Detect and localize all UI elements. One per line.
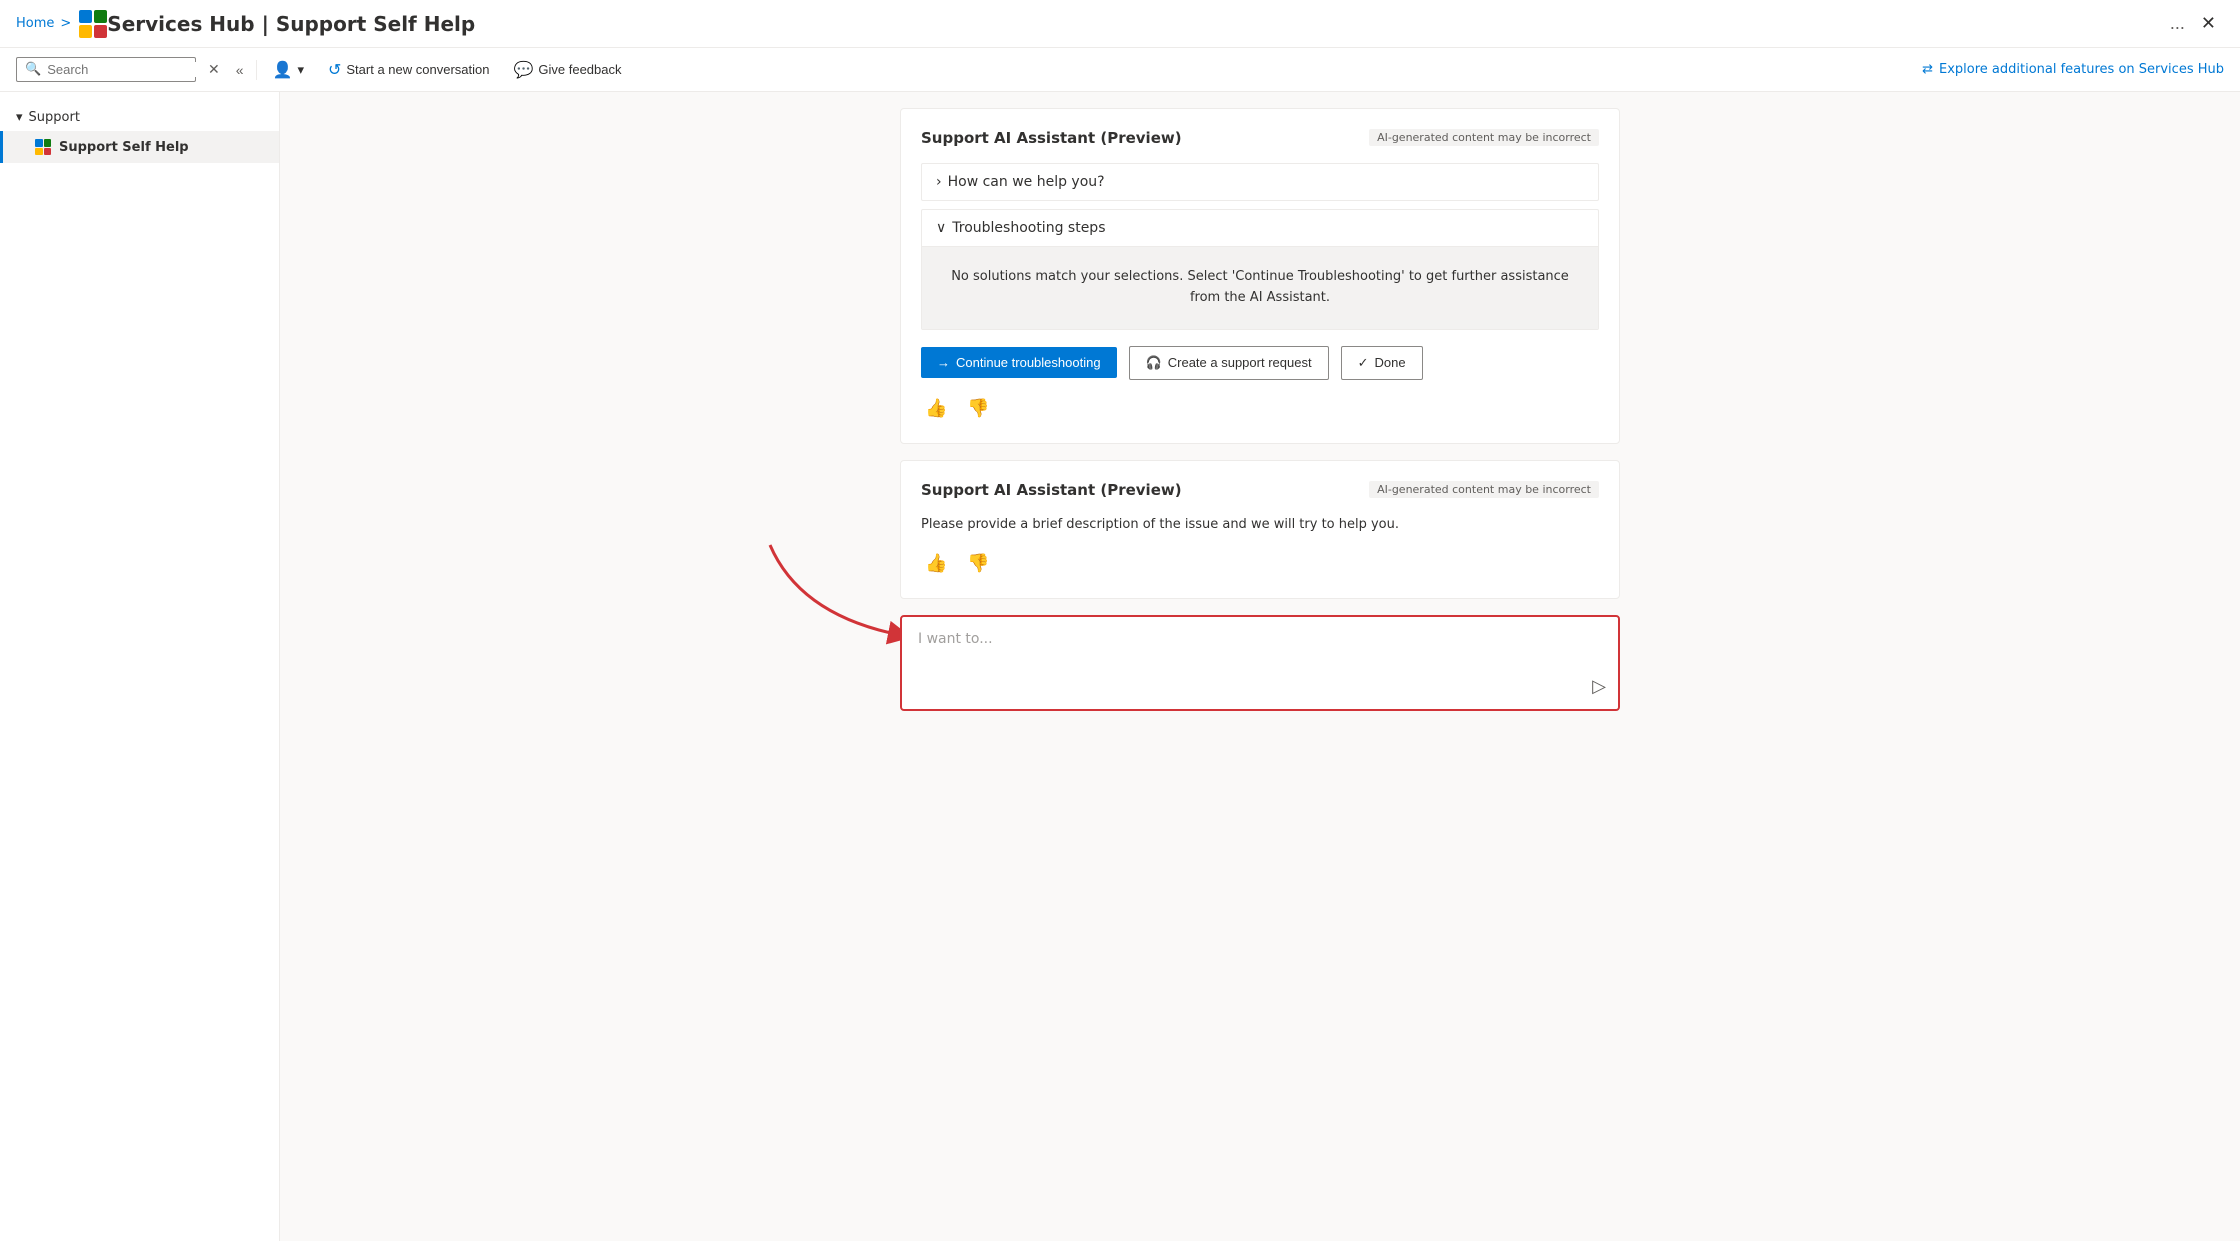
sidebar-item-support-self-help[interactable]: Support Self Help — [0, 131, 279, 163]
give-feedback-button[interactable]: 💬 Give feedback — [505, 56, 629, 84]
thumbs-down-button-2[interactable]: 👎 — [963, 549, 993, 578]
card-1: Support AI Assistant (Preview) AI-genera… — [900, 108, 1620, 444]
icon-sq-blue — [35, 139, 43, 147]
checkmark-icon: ✓ — [1358, 355, 1369, 371]
card-1-buttons: → Continue troubleshooting 🎧 Create a su… — [921, 346, 1599, 380]
back-button[interactable]: « — [232, 58, 248, 82]
chevron-right-icon: › — [936, 174, 942, 190]
user-icon-button[interactable]: 👤 ▾ — [265, 56, 312, 84]
accordion-help[interactable]: › How can we help you? — [921, 163, 1599, 201]
logo-blue — [79, 10, 92, 23]
sidebar-group-header[interactable]: ▾ Support — [0, 104, 279, 131]
create-support-request-button[interactable]: 🎧 Create a support request — [1129, 346, 1329, 380]
main-content: Support AI Assistant (Preview) AI-genera… — [280, 92, 2240, 1241]
main-layout: ▾ Support Support Self Help Support AI A… — [0, 92, 2240, 1241]
feedback-icon: 💬 — [513, 60, 533, 80]
user-icon: 👤 — [273, 60, 293, 80]
search-box: 🔍 — [16, 57, 196, 82]
sidebar-item-icon — [35, 139, 51, 155]
card-1-title: Support AI Assistant (Preview) — [921, 129, 1182, 147]
send-icon: ▷ — [1592, 676, 1606, 696]
icon-sq-red — [44, 148, 52, 156]
accordion-troubleshooting[interactable]: ∨ Troubleshooting steps No solutions mat… — [921, 209, 1599, 330]
home-link[interactable]: Home — [16, 16, 54, 31]
refresh-icon: ↺ — [328, 60, 341, 80]
sidebar-group-support: ▾ Support Support Self Help — [0, 100, 279, 167]
arrow-icon: → — [937, 355, 950, 370]
page-title: Services Hub | Support Self Help — [107, 12, 2162, 36]
app-logo — [79, 10, 107, 38]
card-2-description: Please provide a brief description of th… — [921, 515, 1599, 536]
card-1-header: Support AI Assistant (Preview) AI-genera… — [921, 129, 1599, 147]
card-2-title: Support AI Assistant (Preview) — [921, 481, 1182, 499]
explore-link[interactable]: ⇄ Explore additional features on Service… — [1922, 62, 2224, 77]
search-icon: 🔍 — [25, 62, 41, 77]
card-2-ai-badge: AI-generated content may be incorrect — [1369, 481, 1599, 498]
chevron-down-icon: ∨ — [936, 220, 946, 236]
done-button[interactable]: ✓ Done — [1341, 346, 1423, 380]
card-2-feedback: 👍 👎 — [921, 549, 1599, 578]
clear-search-button[interactable]: ✕ — [204, 57, 224, 82]
toolbar-separator — [256, 60, 257, 80]
input-area: ▷ — [900, 615, 1620, 711]
explore-icon: ⇄ — [1922, 62, 1933, 77]
logo-red — [94, 25, 107, 38]
headset-icon: 🎧 — [1146, 355, 1162, 371]
search-input[interactable] — [47, 62, 223, 77]
ellipsis-button[interactable]: ... — [2162, 9, 2193, 38]
card-1-ai-badge: AI-generated content may be incorrect — [1369, 129, 1599, 146]
breadcrumb: Home > — [16, 16, 71, 31]
breadcrumb-separator: > — [60, 16, 71, 31]
sidebar: ▾ Support Support Self Help — [0, 92, 280, 1241]
top-bar: Home > Services Hub | Support Self Help … — [0, 0, 2240, 48]
thumbs-up-button-1[interactable]: 👍 — [921, 394, 951, 423]
thumbs-down-button-1[interactable]: 👎 — [963, 394, 993, 423]
toolbar: 🔍 ✕ « 👤 ▾ ↺ Start a new conversation 💬 G… — [0, 48, 2240, 92]
icon-sq-yellow — [35, 148, 43, 156]
start-new-conversation-button[interactable]: ↺ Start a new conversation — [320, 56, 497, 84]
close-button[interactable]: ✕ — [2193, 9, 2224, 38]
accordion-troubleshooting-content: No solutions match your selections. Sele… — [922, 246, 1598, 329]
chevron-down-icon: ▾ — [16, 110, 23, 125]
logo-green — [94, 10, 107, 23]
continue-troubleshooting-button[interactable]: → Continue troubleshooting — [921, 347, 1117, 378]
icon-sq-green — [44, 139, 52, 147]
card-1-feedback: 👍 👎 — [921, 394, 1599, 423]
thumbs-up-button-2[interactable]: 👍 — [921, 549, 951, 578]
accordion-troubleshooting-header[interactable]: ∨ Troubleshooting steps — [922, 210, 1598, 246]
message-input[interactable] — [918, 631, 1602, 691]
card-2-header: Support AI Assistant (Preview) AI-genera… — [921, 481, 1599, 499]
logo-yellow — [79, 25, 92, 38]
card-2: Support AI Assistant (Preview) AI-genera… — [900, 460, 1620, 600]
send-button[interactable]: ▷ — [1592, 676, 1606, 697]
accordion-help-header[interactable]: › How can we help you? — [922, 164, 1598, 200]
user-dropdown-icon: ▾ — [297, 62, 304, 78]
